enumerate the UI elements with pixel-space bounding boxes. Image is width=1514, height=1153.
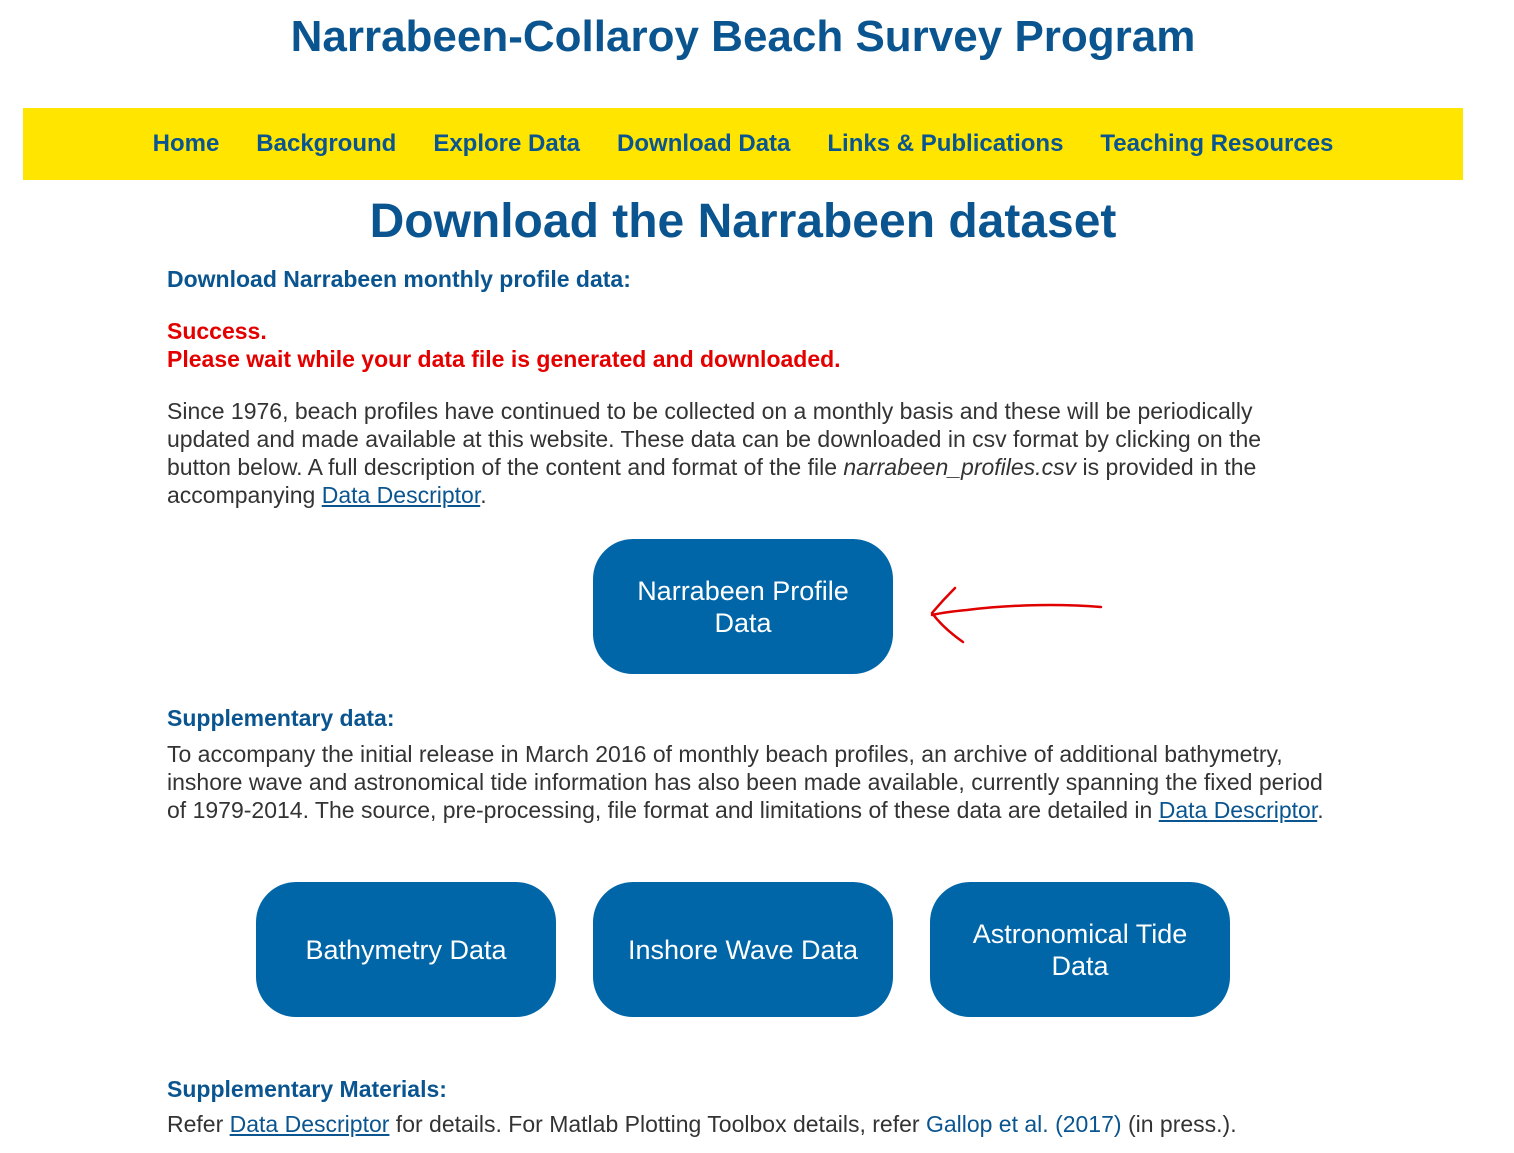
materials-middle-text: for details. For Matlab Plotting Toolbox… (389, 1111, 926, 1137)
download-wait-message: Please wait while your data file is gene… (167, 346, 841, 372)
inshore-wave-data-button[interactable]: Inshore Wave Data (593, 882, 893, 1017)
narrabeen-profile-data-button-label: Narrabeen Profile Data (637, 575, 849, 638)
red-arrow-annotation-icon (930, 586, 1103, 644)
profile-filename: narrabeen_profiles.csv (843, 454, 1077, 480)
nav-item-background[interactable]: Background (256, 130, 396, 158)
supplementary-section-heading: Supplementary data: (167, 705, 395, 731)
supplementary-description: To accompany the initial release in Marc… (167, 740, 1327, 824)
profile-heading-block: Download Narrabeen monthly profile data: (167, 265, 1327, 293)
profile-section-heading: Download Narrabeen monthly profile data: (167, 266, 631, 292)
supplementary-description-text: To accompany the initial release in Marc… (167, 741, 1323, 823)
materials-refer-text: Refer (167, 1111, 230, 1137)
nav-item-teaching-resources[interactable]: Teaching Resources (1100, 130, 1333, 158)
supplementary-heading-block: Supplementary data: (167, 704, 1327, 732)
supplementary-data-descriptor-link[interactable]: Data Descriptor (1159, 797, 1318, 823)
inshore-wave-data-button-label: Inshore Wave Data (627, 934, 859, 965)
nav-item-explore-data[interactable]: Explore Data (433, 130, 580, 158)
materials-description: Refer Data Descriptor for details. For M… (167, 1110, 1327, 1138)
data-descriptor-link[interactable]: Data Descriptor (322, 482, 481, 508)
bathymetry-data-button-label: Bathymetry Data (305, 934, 507, 965)
nav-item-download-data[interactable]: Download Data (617, 130, 790, 158)
materials-heading-block: Supplementary Materials: (167, 1075, 1327, 1103)
profile-description: Since 1976, beach profiles have continue… (167, 397, 1327, 509)
site-title: Narrabeen-Collaroy Beach Survey Program (290, 12, 1196, 61)
materials-end-text: (in press.). (1121, 1111, 1237, 1137)
success-message: Success. (167, 318, 267, 344)
materials-data-descriptor-link[interactable]: Data Descriptor (230, 1111, 390, 1137)
nav-item-links-publications[interactable]: Links & Publications (827, 130, 1063, 158)
materials-section-heading: Supplementary Materials: (167, 1076, 447, 1102)
bathymetry-data-button[interactable]: Bathymetry Data (256, 882, 556, 1017)
main-navigation: Home Background Explore Data Download Da… (23, 108, 1463, 180)
supplementary-description-end: . (1317, 797, 1324, 823)
astronomical-tide-data-button[interactable]: Astronomical Tide Data (930, 882, 1230, 1017)
astronomical-tide-data-button-label: Astronomical Tide Data (972, 918, 1188, 981)
narrabeen-profile-data-button[interactable]: Narrabeen Profile Data (593, 539, 893, 674)
profile-description-end: . (480, 482, 487, 508)
page-title: Download the Narrabeen dataset (369, 195, 1117, 248)
status-message-block: Success. Please wait while your data fil… (167, 317, 1327, 373)
gallop-et-al-link[interactable]: Gallop et al. (2017) (926, 1111, 1122, 1137)
nav-item-home[interactable]: Home (153, 130, 220, 158)
